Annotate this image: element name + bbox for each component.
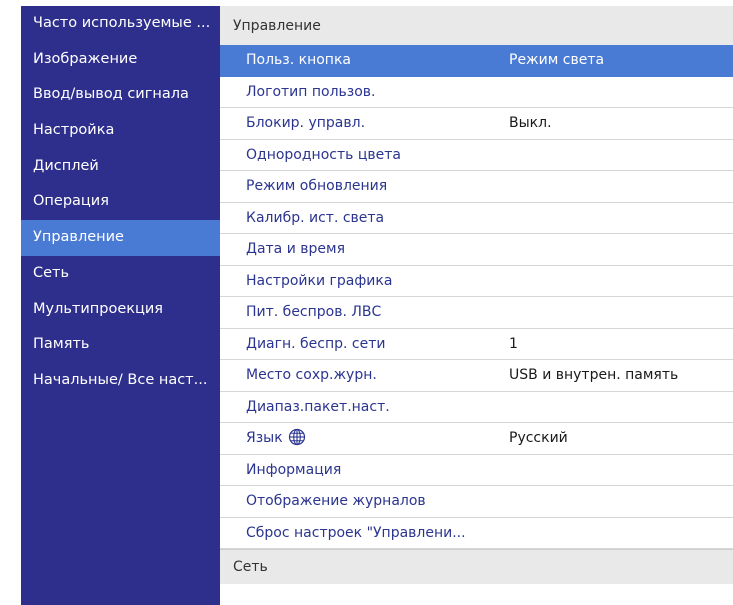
setting-value: USB и внутрен. память [509, 367, 679, 383]
setting-value: 1 [509, 335, 518, 352]
setting-row-schedule-settings[interactable]: Настройки графика [220, 265, 733, 297]
sidebar-item-operation[interactable]: Операция [21, 184, 220, 220]
sidebar-item-network[interactable]: Сеть [21, 256, 220, 292]
setting-row-color-uniformity[interactable]: Однородность цвета [220, 139, 733, 171]
setting-row-display-logs[interactable]: Отображение журналов [220, 486, 733, 518]
setting-label: Диапаз.пакет.наст. [246, 398, 390, 415]
globe-icon [288, 428, 305, 445]
setting-value: Выкл. [509, 115, 552, 131]
setting-row-batch-setup-range[interactable]: Диапаз.пакет.наст. [220, 391, 733, 423]
setting-label: Однородность цвета [246, 146, 401, 163]
setting-row-information[interactable]: Информация [220, 454, 733, 486]
setting-label: Логотип пользов. [246, 83, 376, 100]
setting-label: Настройки графика [246, 272, 393, 289]
setting-label: Блокир. управл. [246, 115, 366, 131]
setting-label: Режим обновления [246, 178, 388, 194]
sidebar-item-memory[interactable]: Память [21, 327, 220, 363]
sidebar-item-display[interactable]: Дисплей [21, 149, 220, 185]
category-sidebar: Часто используемые ... Изображение Ввод/… [21, 6, 220, 605]
setting-label: Сброс настроек "Управлени... [246, 524, 466, 541]
setting-label: Польз. кнопка [246, 52, 351, 68]
settings-list: Польз. кнопка Режим света Логотип пользо… [220, 45, 733, 549]
setting-label: Отображение журналов [246, 493, 426, 509]
setting-label: Язык [246, 430, 283, 446]
setting-label: Калибр. ист. света [246, 209, 385, 226]
setting-label: Место сохр.журн. [246, 367, 377, 383]
setting-row-date-time[interactable]: Дата и время [220, 234, 733, 266]
setting-label: Дата и время [246, 241, 345, 257]
setting-row-refresh-mode[interactable]: Режим обновления [220, 171, 733, 203]
next-section-title: Сеть [220, 549, 733, 584]
setting-label: Информация [246, 461, 342, 478]
setting-row-user-logo[interactable]: Логотип пользов. [220, 76, 733, 108]
sidebar-item-initial-all-settings[interactable]: Начальные/ Все наст... [21, 363, 220, 399]
setting-row-control-lock[interactable]: Блокир. управл. Выкл. [220, 108, 733, 140]
setting-value: Русский [509, 430, 568, 446]
sidebar-item-image[interactable]: Изображение [21, 42, 220, 78]
sidebar-item-multi-projection[interactable]: Мультипроекция [21, 292, 220, 328]
setting-row-language[interactable]: Язык Русский [220, 423, 733, 455]
setting-row-light-source-calibration[interactable]: Калибр. ист. света [220, 202, 733, 234]
setting-row-wireless-lan-power[interactable]: Пит. беспров. ЛВС [220, 297, 733, 329]
sidebar-item-installation[interactable]: Настройка [21, 113, 220, 149]
setting-value: Режим света [509, 52, 605, 68]
settings-panel: Управление Польз. кнопка Режим света Лог… [220, 6, 733, 605]
sidebar-item-frequent[interactable]: Часто используемые ... [21, 6, 220, 42]
section-title: Управление [220, 6, 733, 45]
setting-label: Диагн. беспр. сети [246, 335, 386, 352]
sidebar-item-management[interactable]: Управление [21, 220, 220, 256]
setting-row-wireless-diagnostics[interactable]: Диагн. беспр. сети 1 [220, 328, 733, 360]
setting-row-user-button[interactable]: Польз. кнопка Режим света [220, 45, 733, 77]
sidebar-item-signal-io[interactable]: Ввод/вывод сигнала [21, 77, 220, 113]
setting-label: Пит. беспров. ЛВС [246, 304, 382, 320]
projector-menu-screen: Часто используемые ... Изображение Ввод/… [21, 6, 733, 605]
setting-row-log-save-location[interactable]: Место сохр.журн. USB и внутрен. память [220, 360, 733, 392]
setting-label-group: Язык [246, 423, 306, 455]
partial-row [220, 584, 733, 605]
setting-row-reset-management[interactable]: Сброс настроек "Управлени... [220, 517, 733, 549]
